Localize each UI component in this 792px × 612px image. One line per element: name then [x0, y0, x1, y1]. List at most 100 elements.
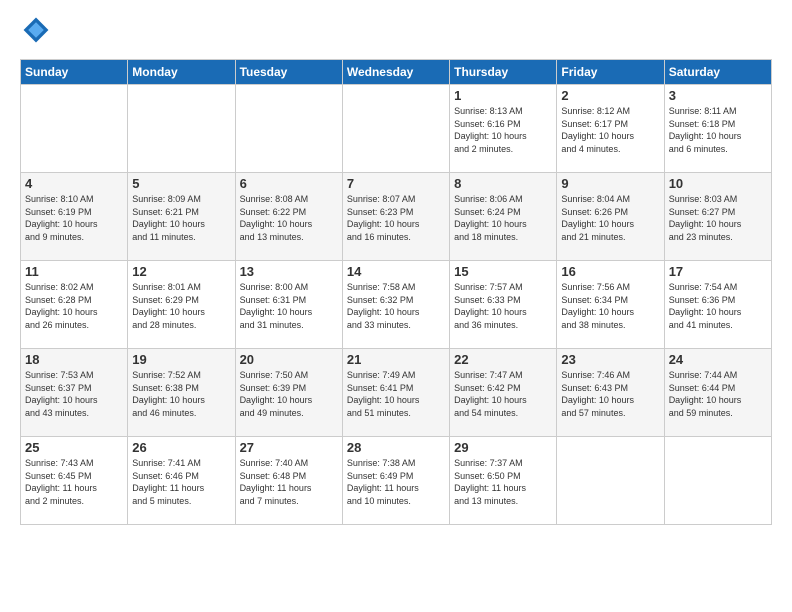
calendar-cell: 2 Sunrise: 8:12 AM Sunset: 6:17 PM Daylig…: [557, 85, 664, 173]
day-number: 24: [669, 352, 767, 367]
calendar-cell: 6 Sunrise: 8:08 AM Sunset: 6:22 PM Daylig…: [235, 173, 342, 261]
calendar-cell: 9Sunrise: 8:04 AM Sunset: 6:26 PM Daylig…: [557, 173, 664, 261]
day-number: 14: [347, 264, 445, 279]
calendar-cell: 25 Sunrise: 7:43 AM Sunset: 6:45 PM Dayli…: [21, 437, 128, 525]
calendar-cell: 7 Sunrise: 8:07 AM Sunset: 6:23 PM Daylig…: [342, 173, 449, 261]
day-info: Sunrise: 8:11 AM Sunset: 6:18 PM Dayligh…: [669, 105, 767, 155]
day-info: Sunrise: 8:02 AM Sunset: 6:28 PM Dayligh…: [25, 281, 123, 331]
calendar-cell: 23Sunrise: 7:46 AM Sunset: 6:43 PM Dayli…: [557, 349, 664, 437]
calendar-cell: 19 Sunrise: 7:52 AM Sunset: 6:38 PM Dayli…: [128, 349, 235, 437]
day-number: 20: [240, 352, 338, 367]
header-wednesday: Wednesday: [342, 60, 449, 85]
day-number: 22: [454, 352, 552, 367]
day-info: Sunrise: 8:13 AM Sunset: 6:16 PM Dayligh…: [454, 105, 552, 155]
calendar-cell: 18 Sunrise: 7:53 AM Sunset: 6:37 PM Dayli…: [21, 349, 128, 437]
calendar-cell: [235, 85, 342, 173]
day-info: Sunrise: 7:54 AM Sunset: 6:36 PM Dayligh…: [669, 281, 767, 331]
day-info: Sunrise: 7:44 AM Sunset: 6:44 PM Dayligh…: [669, 369, 767, 419]
day-info: Sunrise: 8:07 AM Sunset: 6:23 PM Dayligh…: [347, 193, 445, 243]
day-info: Sunrise: 7:40 AM Sunset: 6:48 PM Dayligh…: [240, 457, 338, 507]
day-info: Sunrise: 7:50 AM Sunset: 6:39 PM Dayligh…: [240, 369, 338, 419]
calendar-cell: 11Sunrise: 8:02 AM Sunset: 6:28 PM Dayli…: [21, 261, 128, 349]
calendar-cell: [128, 85, 235, 173]
day-info: Sunrise: 8:03 AM Sunset: 6:27 PM Dayligh…: [669, 193, 767, 243]
day-number: 10: [669, 176, 767, 191]
calendar-week-3: 18 Sunrise: 7:53 AM Sunset: 6:37 PM Dayli…: [21, 349, 772, 437]
calendar-week-0: 1 Sunrise: 8:13 AM Sunset: 6:16 PM Daylig…: [21, 85, 772, 173]
day-number: 4: [25, 176, 123, 191]
calendar-cell: 22 Sunrise: 7:47 AM Sunset: 6:42 PM Dayli…: [450, 349, 557, 437]
day-number: 27: [240, 440, 338, 455]
day-info: Sunrise: 8:06 AM Sunset: 6:24 PM Dayligh…: [454, 193, 552, 243]
header-tuesday: Tuesday: [235, 60, 342, 85]
day-number: 2: [561, 88, 659, 103]
calendar-cell: [664, 437, 771, 525]
day-number: 18: [25, 352, 123, 367]
day-number: 6: [240, 176, 338, 191]
day-info: Sunrise: 8:08 AM Sunset: 6:22 PM Dayligh…: [240, 193, 338, 243]
header-saturday: Saturday: [664, 60, 771, 85]
calendar-cell: 17 Sunrise: 7:54 AM Sunset: 6:36 PM Dayli…: [664, 261, 771, 349]
calendar-week-4: 25 Sunrise: 7:43 AM Sunset: 6:45 PM Dayli…: [21, 437, 772, 525]
calendar-cell: [342, 85, 449, 173]
calendar-cell: 21Sunrise: 7:49 AM Sunset: 6:41 PM Dayli…: [342, 349, 449, 437]
calendar-cell: 8 Sunrise: 8:06 AM Sunset: 6:24 PM Daylig…: [450, 173, 557, 261]
day-number: 17: [669, 264, 767, 279]
day-number: 3: [669, 88, 767, 103]
day-number: 19: [132, 352, 230, 367]
day-info: Sunrise: 7:37 AM Sunset: 6:50 PM Dayligh…: [454, 457, 552, 507]
page: SundayMondayTuesdayWednesdayThursdayFrid…: [0, 0, 792, 535]
calendar-header-row: SundayMondayTuesdayWednesdayThursdayFrid…: [21, 60, 772, 85]
day-info: Sunrise: 7:58 AM Sunset: 6:32 PM Dayligh…: [347, 281, 445, 331]
calendar-cell: 3 Sunrise: 8:11 AM Sunset: 6:18 PM Daylig…: [664, 85, 771, 173]
day-info: Sunrise: 7:41 AM Sunset: 6:46 PM Dayligh…: [132, 457, 230, 507]
calendar-cell: 28Sunrise: 7:38 AM Sunset: 6:49 PM Dayli…: [342, 437, 449, 525]
calendar-cell: 20 Sunrise: 7:50 AM Sunset: 6:39 PM Dayli…: [235, 349, 342, 437]
header-sunday: Sunday: [21, 60, 128, 85]
day-info: Sunrise: 8:01 AM Sunset: 6:29 PM Dayligh…: [132, 281, 230, 331]
day-info: Sunrise: 7:38 AM Sunset: 6:49 PM Dayligh…: [347, 457, 445, 507]
day-number: 21: [347, 352, 445, 367]
calendar-cell: 12 Sunrise: 8:01 AM Sunset: 6:29 PM Dayli…: [128, 261, 235, 349]
calendar-cell: 4 Sunrise: 8:10 AM Sunset: 6:19 PM Daylig…: [21, 173, 128, 261]
day-number: 12: [132, 264, 230, 279]
header: [20, 16, 772, 49]
day-info: Sunrise: 8:12 AM Sunset: 6:17 PM Dayligh…: [561, 105, 659, 155]
header-monday: Monday: [128, 60, 235, 85]
day-number: 26: [132, 440, 230, 455]
day-info: Sunrise: 7:43 AM Sunset: 6:45 PM Dayligh…: [25, 457, 123, 507]
header-thursday: Thursday: [450, 60, 557, 85]
day-info: Sunrise: 7:56 AM Sunset: 6:34 PM Dayligh…: [561, 281, 659, 331]
day-info: Sunrise: 7:47 AM Sunset: 6:42 PM Dayligh…: [454, 369, 552, 419]
day-info: Sunrise: 7:53 AM Sunset: 6:37 PM Dayligh…: [25, 369, 123, 419]
day-info: Sunrise: 7:52 AM Sunset: 6:38 PM Dayligh…: [132, 369, 230, 419]
calendar-cell: 26 Sunrise: 7:41 AM Sunset: 6:46 PM Dayli…: [128, 437, 235, 525]
calendar-cell: 5Sunrise: 8:09 AM Sunset: 6:21 PM Daylig…: [128, 173, 235, 261]
day-info: Sunrise: 8:04 AM Sunset: 6:26 PM Dayligh…: [561, 193, 659, 243]
day-number: 23: [561, 352, 659, 367]
day-number: 16: [561, 264, 659, 279]
calendar-cell: 16 Sunrise: 7:56 AM Sunset: 6:34 PM Dayli…: [557, 261, 664, 349]
day-number: 8: [454, 176, 552, 191]
day-number: 25: [25, 440, 123, 455]
calendar-cell: [21, 85, 128, 173]
calendar-cell: 13Sunrise: 8:00 AM Sunset: 6:31 PM Dayli…: [235, 261, 342, 349]
day-number: 7: [347, 176, 445, 191]
calendar-cell: [557, 437, 664, 525]
day-number: 1: [454, 88, 552, 103]
day-info: Sunrise: 7:57 AM Sunset: 6:33 PM Dayligh…: [454, 281, 552, 331]
calendar-cell: 10 Sunrise: 8:03 AM Sunset: 6:27 PM Dayli…: [664, 173, 771, 261]
calendar-week-1: 4 Sunrise: 8:10 AM Sunset: 6:19 PM Daylig…: [21, 173, 772, 261]
day-info: Sunrise: 8:10 AM Sunset: 6:19 PM Dayligh…: [25, 193, 123, 243]
day-number: 13: [240, 264, 338, 279]
logo-icon: [22, 16, 50, 44]
day-number: 15: [454, 264, 552, 279]
logo: [20, 16, 50, 49]
calendar-cell: 1 Sunrise: 8:13 AM Sunset: 6:16 PM Daylig…: [450, 85, 557, 173]
calendar-cell: 15 Sunrise: 7:57 AM Sunset: 6:33 PM Dayli…: [450, 261, 557, 349]
calendar-cell: 29Sunrise: 7:37 AM Sunset: 6:50 PM Dayli…: [450, 437, 557, 525]
day-info: Sunrise: 8:09 AM Sunset: 6:21 PM Dayligh…: [132, 193, 230, 243]
header-friday: Friday: [557, 60, 664, 85]
calendar-table: SundayMondayTuesdayWednesdayThursdayFrid…: [20, 59, 772, 525]
calendar-cell: 24 Sunrise: 7:44 AM Sunset: 6:44 PM Dayli…: [664, 349, 771, 437]
